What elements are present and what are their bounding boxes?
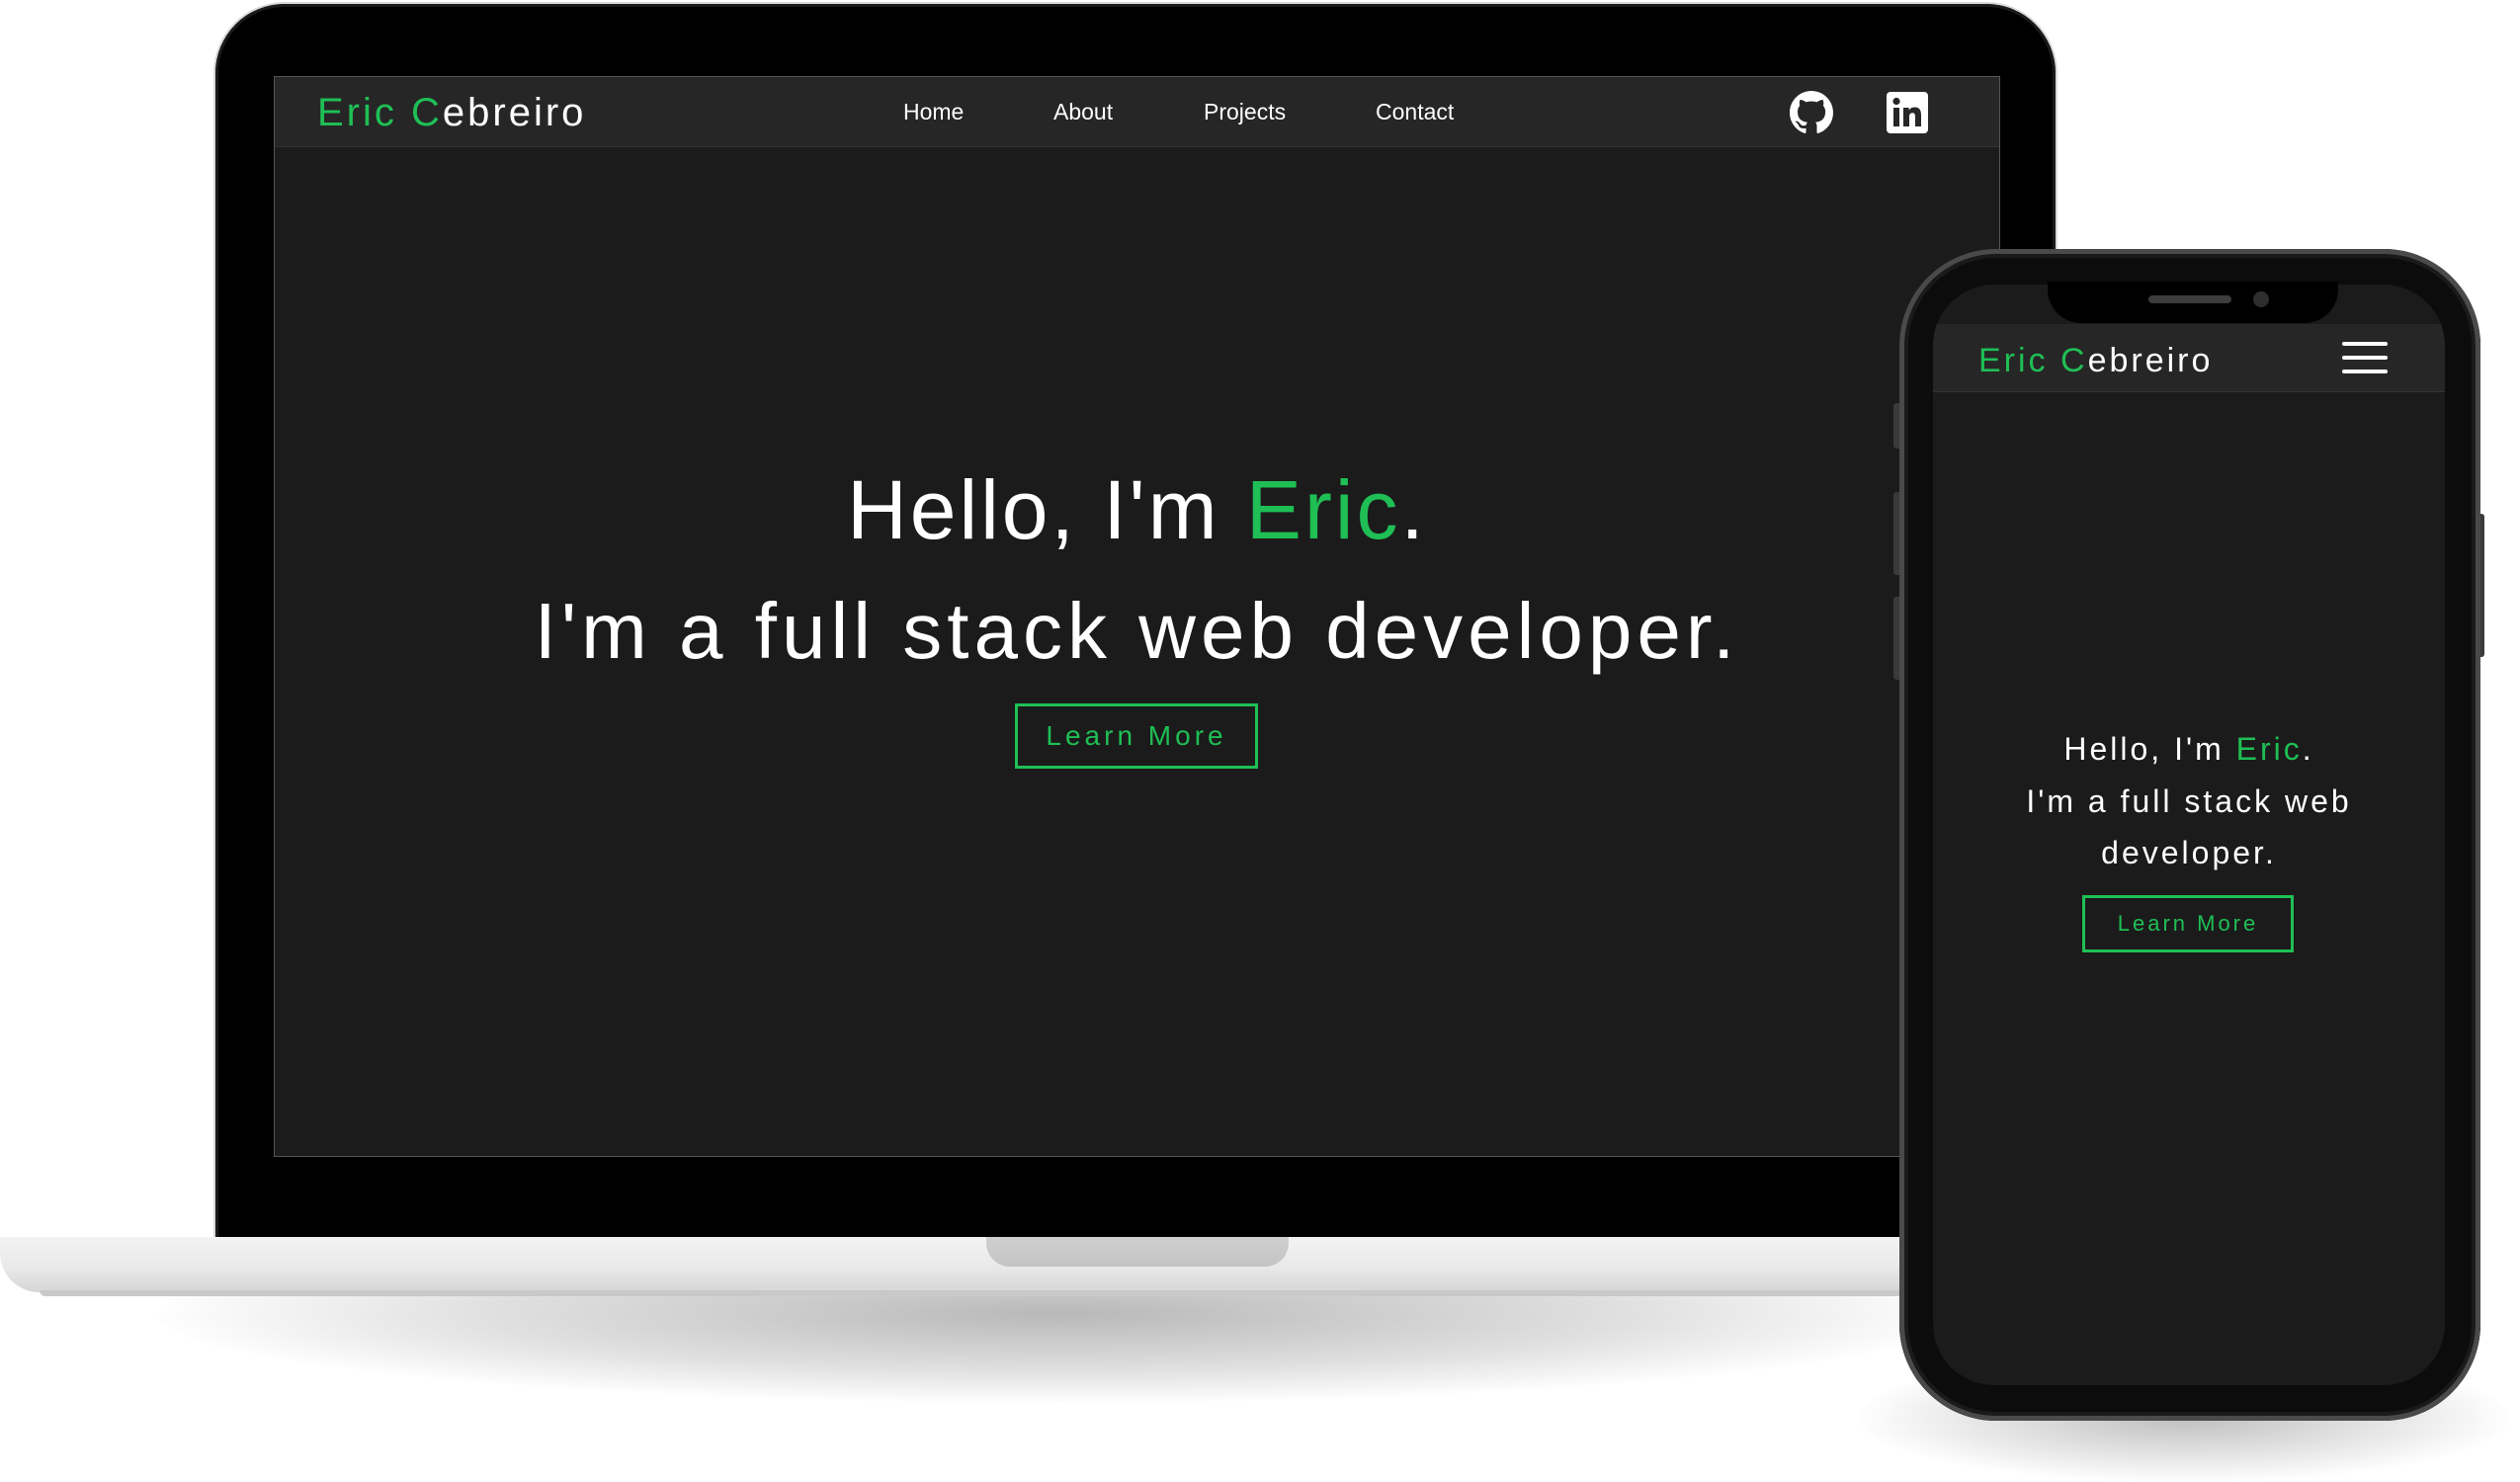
nav-contact[interactable]: Contact — [1376, 99, 1454, 125]
nav-projects[interactable]: Projects — [1204, 99, 1286, 125]
github-icon[interactable] — [1790, 91, 1833, 134]
phone-speaker — [2148, 295, 2231, 303]
mobile-hero-tagline-line2: developer. — [2101, 835, 2277, 870]
phone-camera — [2253, 291, 2269, 307]
brand-last-name-rest: ebreiro — [2087, 342, 2214, 379]
phone-screen: Eric Cebreiro Hello, I'm Eric. I'm a ful… — [1933, 285, 2445, 1385]
laptop-opening-notch — [986, 1237, 1289, 1267]
laptop-base-edge — [40, 1290, 2016, 1296]
mobile-learn-more-button[interactable]: Learn More — [2082, 895, 2294, 952]
desktop-navbar: Eric Cebreiro Home About Projects Contac… — [275, 77, 1999, 147]
greeting-period: . — [2302, 731, 2314, 767]
laptop-screen: Eric Cebreiro Home About Projects Contac… — [274, 76, 2000, 1157]
linkedin-icon[interactable] — [1886, 91, 1929, 134]
learn-more-button[interactable]: Learn More — [1015, 703, 1258, 769]
greeting-text: Hello, I'm — [847, 463, 1246, 556]
hero-tagline: I'm a full stack web developer. — [534, 587, 1740, 675]
nav-about[interactable]: About — [1053, 99, 1113, 125]
mobile-hero-tagline-line1: I'm a full stack web — [2026, 783, 2352, 819]
mobile-brand-logo[interactable]: Eric Cebreiro — [1978, 342, 2213, 380]
mobile-navbar: Eric Cebreiro — [1933, 324, 2445, 392]
mobile-hero-greeting: Hello, I'm Eric. — [1933, 731, 2445, 768]
brand-first-name: Eric — [1978, 342, 2060, 379]
greeting-period: . — [1400, 463, 1427, 556]
greeting-text: Hello, I'm — [2063, 731, 2236, 767]
nav-home[interactable]: Home — [903, 99, 964, 125]
hamburger-menu-icon[interactable] — [2342, 342, 2388, 375]
hero-greeting: Hello, I'm Eric. — [275, 462, 1999, 558]
brand-initial: C — [2060, 342, 2088, 379]
greeting-name: Eric — [2235, 731, 2303, 767]
greeting-name: Eric — [1245, 463, 1401, 556]
nav-menu: Home About Projects Contact — [275, 99, 1999, 128]
